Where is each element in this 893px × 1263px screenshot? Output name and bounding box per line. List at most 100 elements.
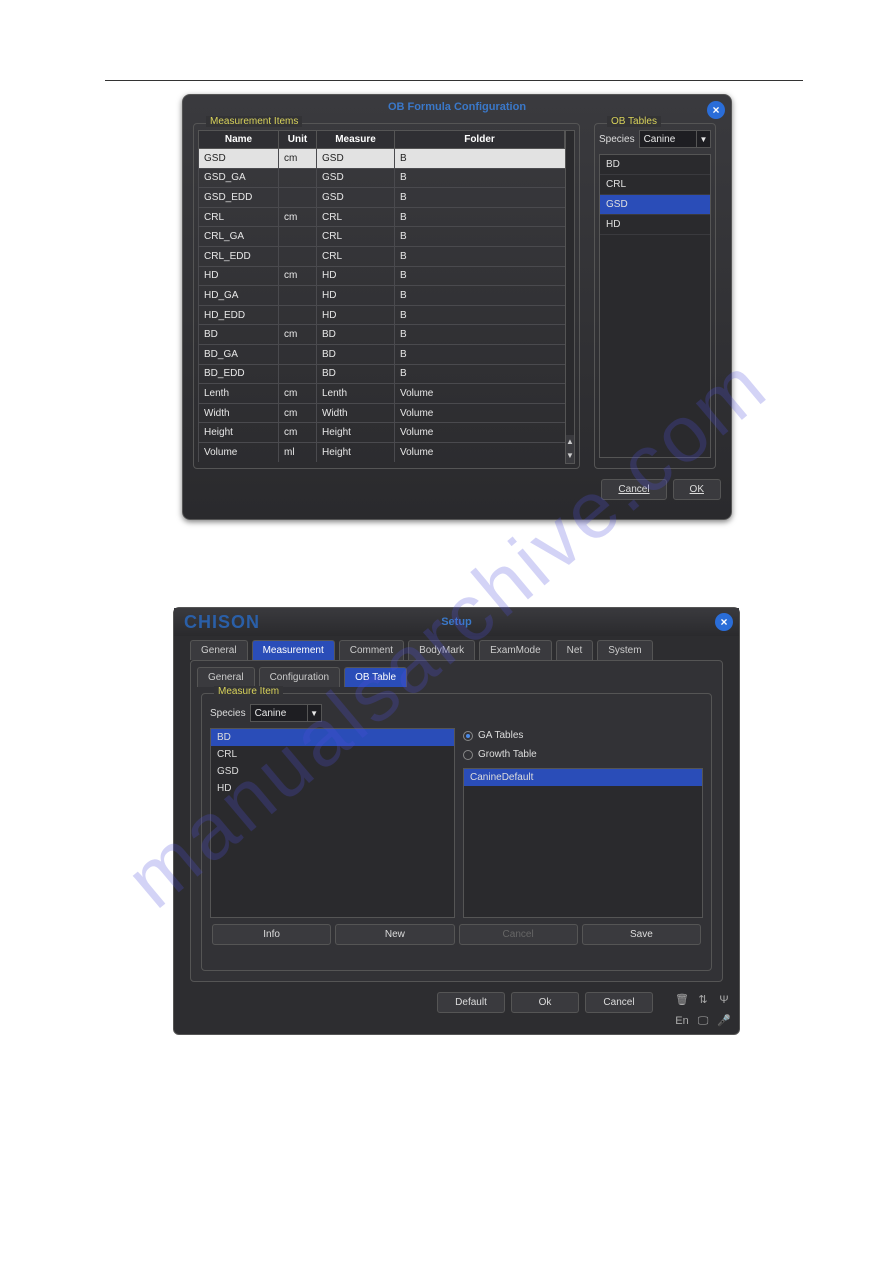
tables-list[interactable]: CanineDefault [463, 768, 703, 918]
radio-icon[interactable] [463, 731, 473, 741]
mic-icon[interactable]: 🎤 [715, 1012, 733, 1030]
table-row[interactable]: GSD_EDDGSDB [199, 188, 565, 208]
usb-icon[interactable]: Ψ [715, 991, 733, 1009]
chevron-down-icon[interactable]: ▼ [307, 705, 321, 721]
cell-folder: B [395, 227, 565, 247]
growth-table-radio[interactable]: Growth Table [463, 745, 703, 764]
species-combo[interactable]: Canine ▼ [639, 130, 711, 148]
scrollbar[interactable]: ▲ ▼ [565, 130, 575, 464]
cell-measure: BD [317, 344, 395, 364]
measure-item[interactable]: GSD [211, 763, 454, 780]
ok-button[interactable]: Ok [511, 992, 579, 1013]
table-row[interactable]: GSDcmGSDB [199, 149, 565, 169]
close-icon[interactable]: × [715, 613, 733, 631]
table-row[interactable]: WidthcmWidthVolume [199, 403, 565, 423]
table-row[interactable]: BD_GABDB [199, 344, 565, 364]
cell-unit: cm [279, 384, 317, 404]
cell-folder: Volume [395, 423, 565, 443]
default-button[interactable]: Default [437, 992, 505, 1013]
tab-comment[interactable]: Comment [339, 640, 404, 660]
subtab-general[interactable]: General [197, 667, 255, 687]
tab-system[interactable]: System [597, 640, 652, 660]
measure-item[interactable]: BD [211, 729, 454, 746]
table-row[interactable]: HeightcmHeightVolume [199, 423, 565, 443]
cell-unit [279, 246, 317, 266]
table-item[interactable]: CanineDefault [464, 769, 702, 786]
tab-bodymark[interactable]: BodyMark [408, 640, 475, 660]
measure-item-list[interactable]: BDCRLGSDHD [210, 728, 455, 918]
cell-folder: B [395, 305, 565, 325]
cell-name: Height [199, 423, 279, 443]
table-row[interactable]: HD_GAHDB [199, 286, 565, 306]
display-icon[interactable]: 🖵 [694, 1012, 712, 1030]
measurement-items-legend: Measurement Items [206, 116, 302, 127]
table-row[interactable]: CRL_GACRLB [199, 227, 565, 247]
cell-measure: CRL [317, 227, 395, 247]
cancel-button[interactable]: Cancel [601, 479, 666, 500]
cell-measure: Height [317, 442, 395, 462]
subtab-configuration[interactable]: Configuration [259, 667, 340, 687]
table-row[interactable]: HDcmHDB [199, 266, 565, 286]
cell-unit [279, 168, 317, 188]
cell-unit [279, 305, 317, 325]
tab-exammode[interactable]: ExamMode [479, 640, 552, 660]
table-row[interactable]: GSD_GAGSDB [199, 168, 565, 188]
cell-measure: GSD [317, 168, 395, 188]
ob-item[interactable]: BD [600, 155, 710, 175]
chevron-down-icon[interactable]: ▼ [696, 131, 710, 147]
tab-measurement[interactable]: Measurement [252, 640, 335, 660]
scroll-up-icon[interactable]: ▲ [566, 435, 574, 449]
col-measure[interactable]: Measure [317, 131, 395, 149]
new-button[interactable]: New [335, 924, 454, 945]
save-button[interactable]: Save [582, 924, 701, 945]
col-folder[interactable]: Folder [395, 131, 565, 149]
tab-general[interactable]: General [190, 640, 248, 660]
table-row[interactable]: HD_EDDHDB [199, 305, 565, 325]
scroll-down-icon[interactable]: ▼ [566, 449, 574, 463]
col-unit[interactable]: Unit [279, 131, 317, 149]
cell-name: Lenth [199, 384, 279, 404]
trash-icon[interactable]: 🗑 [673, 991, 691, 1009]
ga-tables-radio[interactable]: GA Tables [463, 726, 703, 745]
close-icon[interactable]: × [707, 101, 725, 119]
cancel-action-button[interactable]: Cancel [459, 924, 578, 945]
cell-measure: GSD [317, 149, 395, 169]
sub-tabs: GeneralConfigurationOB Table [197, 667, 716, 687]
cell-folder: B [395, 188, 565, 208]
cell-name: Width [199, 403, 279, 423]
table-row[interactable]: BD_EDDBDB [199, 364, 565, 384]
species-combo[interactable]: Canine ▼ [250, 704, 322, 722]
measure-item[interactable]: CRL [211, 746, 454, 763]
table-row[interactable]: BDcmBDB [199, 325, 565, 345]
ob-item[interactable]: CRL [600, 175, 710, 195]
ob-tables-list[interactable]: BDCRLGSDHD [599, 154, 711, 458]
table-row[interactable]: CRLcmCRLB [199, 207, 565, 227]
status-icons: 🗑⇅Ψ En🖵🎤 [673, 991, 733, 1030]
measure-item[interactable]: HD [211, 780, 454, 797]
measurement-table[interactable]: Name Unit Measure Folder GSDcmGSDBGSD_GA… [198, 130, 565, 462]
cell-folder: B [395, 149, 565, 169]
info-button[interactable]: Info [212, 924, 331, 945]
table-row[interactable]: VolumemlHeightVolume [199, 442, 565, 462]
col-name[interactable]: Name [199, 131, 279, 149]
species-label: Species [599, 134, 635, 145]
cancel-button[interactable]: Cancel [585, 992, 653, 1013]
table-row[interactable]: CRL_EDDCRLB [199, 246, 565, 266]
tab-net[interactable]: Net [556, 640, 594, 660]
cell-folder: Volume [395, 403, 565, 423]
ob-item[interactable]: GSD [600, 195, 710, 215]
cell-name: BD_EDD [199, 364, 279, 384]
language-icon[interactable]: En [673, 1012, 691, 1030]
subtab-ob-table[interactable]: OB Table [344, 667, 407, 687]
network-icon[interactable]: ⇅ [694, 991, 712, 1009]
cell-unit [279, 227, 317, 247]
ob-tables-legend: OB Tables [607, 116, 661, 127]
cell-name: CRL_EDD [199, 246, 279, 266]
setup-dialog: CHISON Setup × GeneralMeasurementComment… [173, 607, 740, 1035]
cell-folder: Volume [395, 384, 565, 404]
ok-button[interactable]: OK [673, 479, 721, 500]
ob-item[interactable]: HD [600, 215, 710, 235]
table-row[interactable]: LenthcmLenthVolume [199, 384, 565, 404]
radio-icon[interactable] [463, 750, 473, 760]
cell-measure: Height [317, 423, 395, 443]
